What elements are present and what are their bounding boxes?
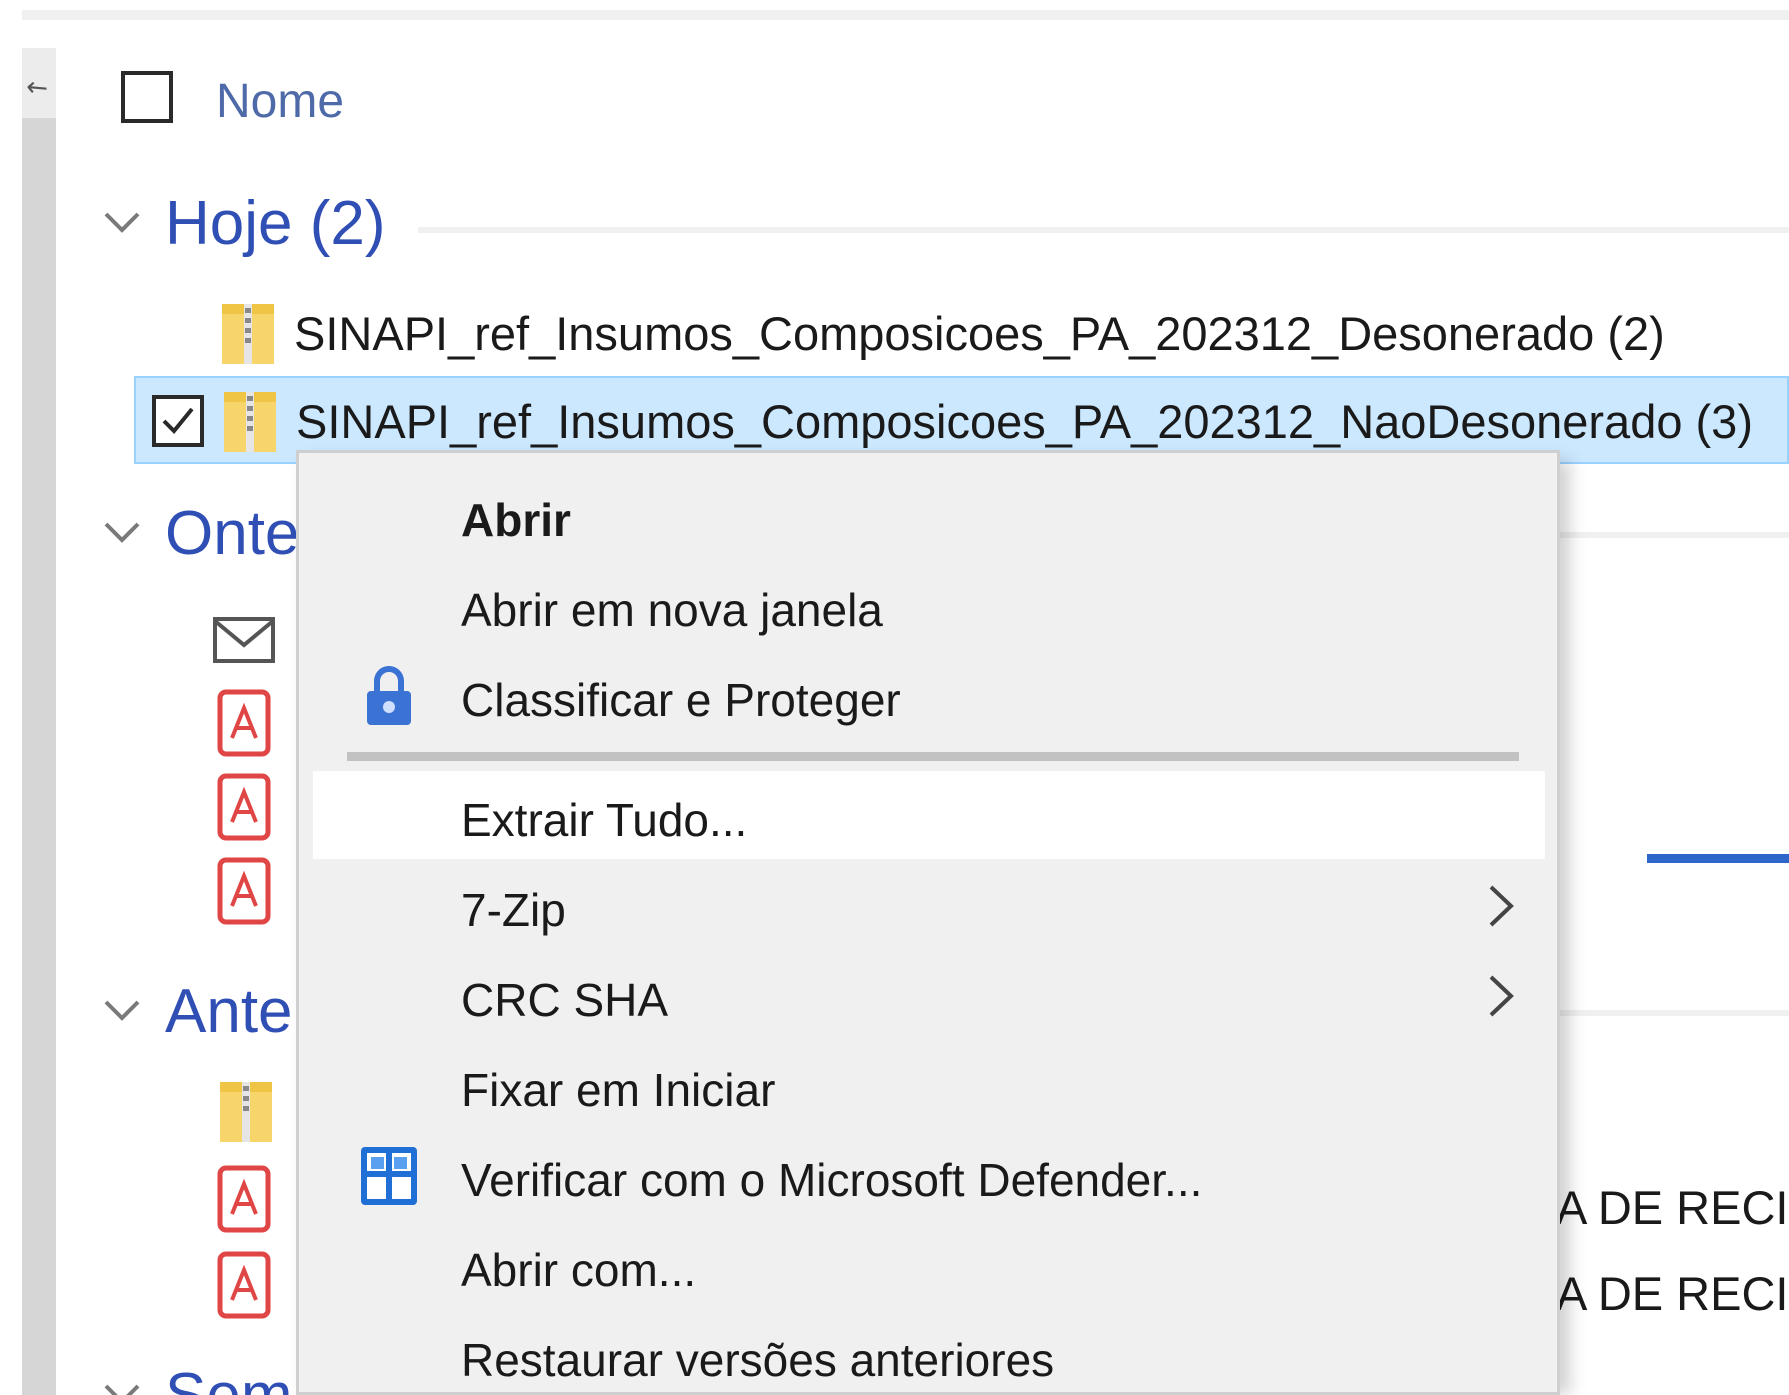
checkmark-icon bbox=[162, 407, 194, 434]
menu-item-7zip[interactable]: 7-Zip bbox=[313, 861, 1545, 949]
group-divider bbox=[418, 227, 1789, 233]
file-row[interactable]: SINAPI_ref_Insumos_Composicoes_PA_202312… bbox=[134, 290, 1789, 378]
group-title-yesterday[interactable]: Onte bbox=[165, 498, 299, 569]
menu-item-label: CRC SHA bbox=[461, 974, 669, 1026]
progress-bar bbox=[1647, 854, 1789, 863]
context-menu: Abrir Abrir em nova janela Classificar e… bbox=[296, 450, 1560, 1395]
file-name: SINAPI_ref_Insumos_Composicoes_PA_202312… bbox=[296, 395, 1753, 448]
menu-item-open-with[interactable]: Abrir com... bbox=[313, 1221, 1545, 1309]
chevron-down-icon[interactable] bbox=[100, 200, 144, 244]
chevron-down-icon[interactable] bbox=[100, 988, 144, 1032]
file-name: SINAPI_ref_Insumos_Composicoes_PA_202312… bbox=[294, 307, 1665, 360]
defender-icon bbox=[361, 1147, 417, 1205]
group-divider bbox=[1560, 532, 1789, 538]
menu-item-extract-all[interactable]: Extrair Tudo... bbox=[313, 771, 1545, 859]
menu-item-label: Fixar em Iniciar bbox=[461, 1064, 776, 1116]
chevron-down-icon[interactable] bbox=[100, 1372, 144, 1395]
menu-item-open-new-window[interactable]: Abrir em nova janela bbox=[313, 561, 1545, 649]
pdf-icon bbox=[217, 857, 271, 925]
zip-folder-icon bbox=[224, 392, 276, 452]
menu-item-label: Verificar com o Microsoft Defender... bbox=[461, 1154, 1203, 1206]
chevron-right-icon bbox=[1489, 975, 1514, 1017]
pdf-icon bbox=[217, 689, 271, 757]
navigation-pane-scrollbar[interactable] bbox=[22, 118, 56, 1395]
partial-file-name: A DE RECI bbox=[1556, 1181, 1789, 1234]
menu-item-classify-protect[interactable]: Classificar e Proteger bbox=[313, 651, 1545, 739]
group-title-today[interactable]: Hoje (2) bbox=[165, 188, 386, 259]
row-checkbox-checked[interactable] bbox=[152, 395, 204, 447]
menu-separator bbox=[347, 752, 1519, 761]
column-header-name[interactable]: Nome bbox=[216, 74, 344, 129]
group-divider bbox=[1560, 1010, 1789, 1016]
file-explorer-window: ↖ Nome Hoje (2) SINAPI_ref_Insumos_Compo… bbox=[0, 0, 1789, 1395]
zip-folder-icon bbox=[220, 1082, 272, 1142]
menu-item-defender-scan[interactable]: Verificar com o Microsoft Defender... bbox=[313, 1131, 1545, 1219]
menu-item-label: Abrir bbox=[461, 494, 571, 546]
menu-item-label: 7-Zip bbox=[461, 884, 566, 936]
pdf-icon bbox=[217, 773, 271, 841]
zip-folder-icon bbox=[222, 304, 274, 364]
menu-item-label: Abrir em nova janela bbox=[461, 584, 883, 636]
classify-protect-icon bbox=[367, 666, 411, 725]
menu-item-label: Extrair Tudo... bbox=[461, 794, 748, 846]
menu-item-crc-sha[interactable]: CRC SHA bbox=[313, 951, 1545, 1039]
chevron-right-icon bbox=[1489, 885, 1514, 927]
menu-item-label: Abrir com... bbox=[461, 1244, 697, 1296]
partial-file-name: A DE RECI bbox=[1556, 1267, 1789, 1320]
pdf-icon bbox=[217, 1251, 271, 1319]
menu-item-open[interactable]: Abrir bbox=[313, 471, 1545, 559]
top-divider bbox=[22, 10, 1789, 20]
group-title-earlier[interactable]: Ante bbox=[165, 976, 293, 1047]
select-all-checkbox[interactable] bbox=[121, 71, 173, 123]
menu-item-label: Classificar e Proteger bbox=[461, 674, 901, 726]
pdf-icon bbox=[217, 1165, 271, 1233]
mail-icon bbox=[213, 617, 275, 663]
menu-item-label: Restaurar versões anteriores bbox=[461, 1334, 1055, 1386]
chevron-down-icon[interactable] bbox=[100, 510, 144, 554]
group-title-partial[interactable]: Sem bbox=[165, 1360, 292, 1395]
menu-item-pin-start[interactable]: Fixar em Iniciar bbox=[313, 1041, 1545, 1129]
menu-item-restore-versions[interactable]: Restaurar versões anteriores bbox=[313, 1311, 1545, 1392]
